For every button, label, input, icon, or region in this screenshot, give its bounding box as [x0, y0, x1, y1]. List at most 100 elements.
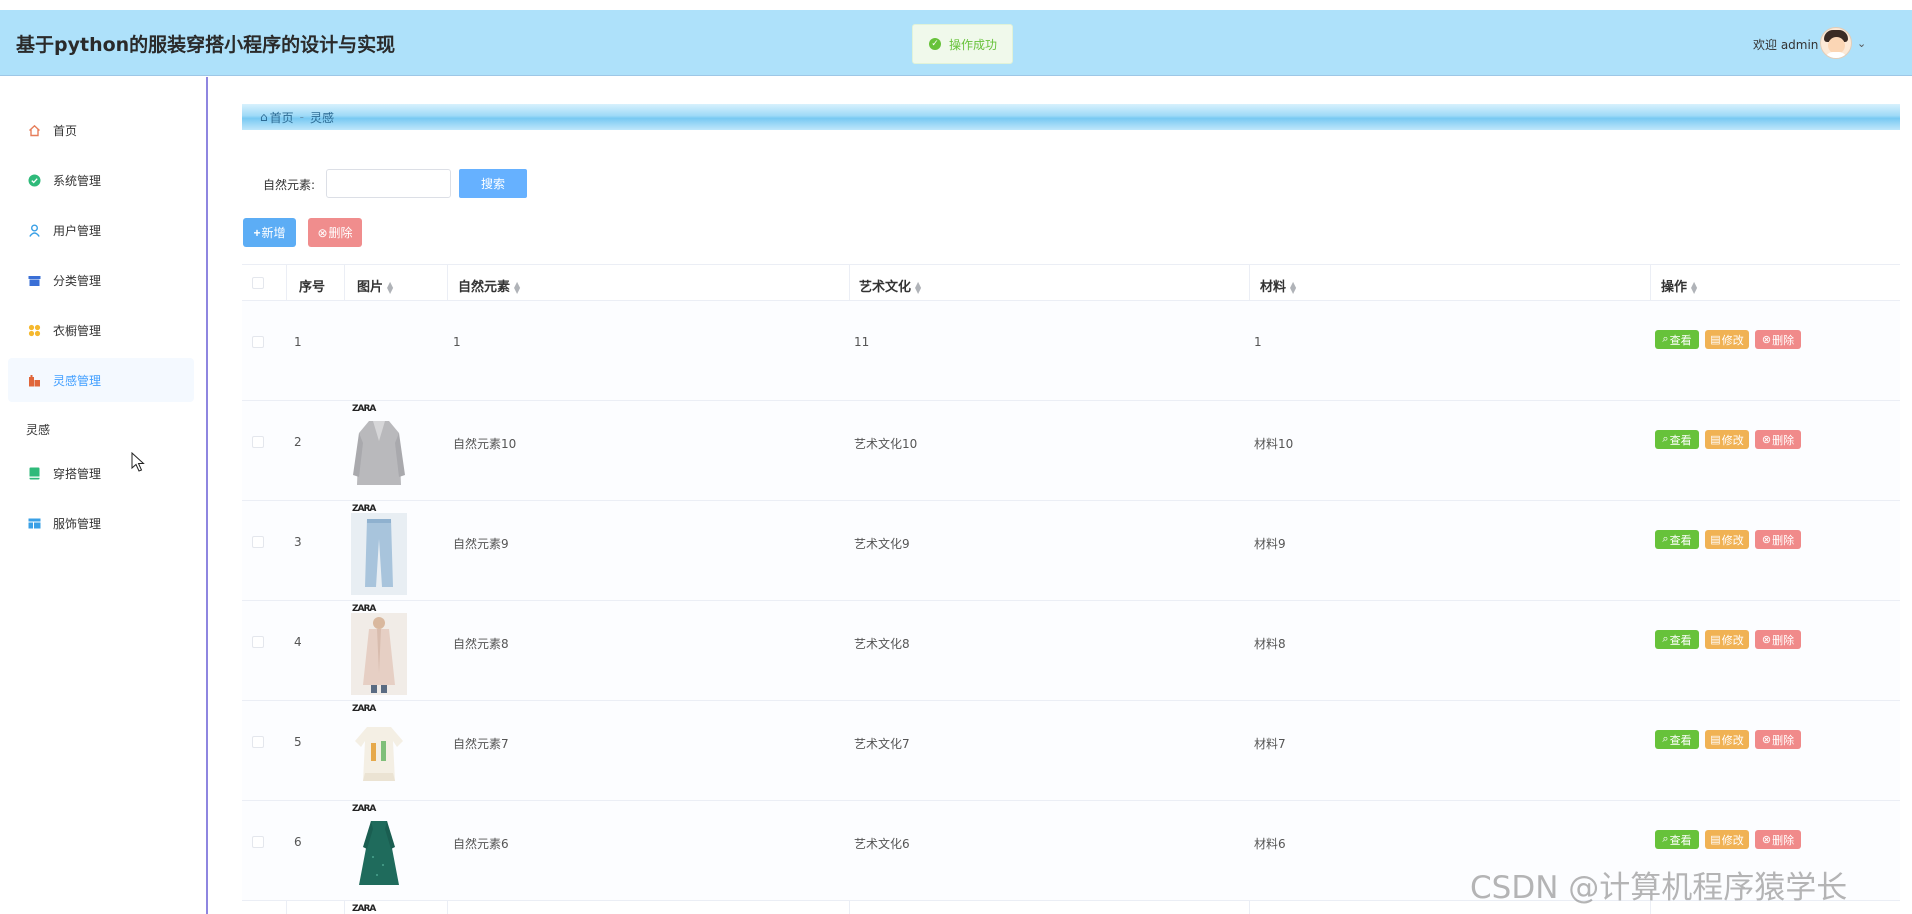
- table-row: 2 ZARA 自然元素10 艺术文化10 材料10 ⌕ 查看 ▤ 修改 ⊗ 删除: [242, 401, 1900, 501]
- circle-check-icon: [28, 174, 41, 187]
- home-icon[interactable]: ⌂: [260, 110, 268, 124]
- breadcrumb-separator: -: [299, 110, 304, 124]
- sidebar-subitem-inspiration[interactable]: 灵感: [26, 421, 50, 438]
- material-cell: 材料9: [1254, 537, 1286, 551]
- natural-element-cell: 1: [453, 335, 461, 349]
- sidebar-item-category[interactable]: 分类管理: [8, 258, 194, 302]
- column-header-actions[interactable]: 操作 ▲ ▼: [1661, 276, 1697, 295]
- row-checkbox[interactable]: [252, 436, 264, 448]
- material-cell: 1: [1254, 335, 1262, 349]
- row-checkbox[interactable]: [252, 336, 264, 348]
- sidebar-item-label: 衣橱管理: [53, 323, 102, 338]
- sort-icon: ▲ ▼: [915, 279, 922, 295]
- search-button[interactable]: 搜索: [459, 169, 527, 198]
- material-cell: 材料7: [1254, 737, 1286, 751]
- art-culture-cell: 艺术文化6: [854, 837, 910, 851]
- search-icon: ⌕: [1662, 733, 1669, 745]
- product-image: [351, 413, 407, 495]
- row-delete-button[interactable]: ⊗ 删除: [1755, 730, 1801, 749]
- view-button[interactable]: ⌕ 查看: [1655, 330, 1699, 349]
- row-checkbox[interactable]: [252, 836, 264, 848]
- breadcrumb-home[interactable]: 首页: [270, 109, 294, 126]
- edit-icon: ▤: [1710, 334, 1721, 346]
- table-row: 3 ZARA 自然元素9 艺术文化9 材料9 ⌕ 查看 ▤ 修改 ⊗ 删除: [242, 501, 1900, 601]
- close-circle-icon: ⊗: [1761, 834, 1772, 846]
- search-input[interactable]: [326, 169, 451, 198]
- view-button[interactable]: ⌕ 查看: [1655, 830, 1699, 849]
- edit-icon: ▤: [1710, 734, 1721, 746]
- plus-icon: +: [253, 225, 261, 240]
- column-header-natural[interactable]: 自然元素 ▲ ▼: [458, 276, 520, 295]
- edit-button[interactable]: ▤ 修改: [1705, 430, 1749, 449]
- view-button[interactable]: ⌕ 查看: [1655, 730, 1699, 749]
- column-header-image[interactable]: 图片 ▲ ▼: [357, 276, 393, 295]
- close-circle-icon: ⊗: [1761, 434, 1772, 446]
- app-title: 基于python的服装穿搭小程序的设计与实现: [16, 34, 396, 56]
- buildings-icon: [28, 374, 41, 387]
- sidebar-item-inspiration[interactable]: 灵感管理: [8, 358, 194, 402]
- table-row: 5 ZARA 自然元素7 艺术文化7 材料7 ⌕ 查看 ▤ 修改 ⊗ 删除: [242, 701, 1900, 801]
- row-delete-button[interactable]: ⊗ 删除: [1755, 530, 1801, 549]
- sidebar-item-system[interactable]: 系统管理: [8, 158, 194, 202]
- row-index: 6: [294, 835, 302, 849]
- toast-message: 操作成功: [949, 37, 998, 52]
- art-culture-cell: 艺术文化9: [854, 537, 910, 551]
- row-delete-button[interactable]: ⊗ 删除: [1755, 430, 1801, 449]
- select-all-checkbox[interactable]: [252, 277, 264, 289]
- sidebar-item-apparel[interactable]: 服饰管理: [8, 501, 194, 545]
- row-delete-button[interactable]: ⊗ 删除: [1755, 630, 1801, 649]
- row-checkbox[interactable]: [252, 536, 264, 548]
- sidebar-item-users[interactable]: 用户管理: [8, 208, 194, 252]
- edit-button[interactable]: ▤ 修改: [1705, 830, 1749, 849]
- edit-button[interactable]: ▤ 修改: [1705, 630, 1749, 649]
- view-button[interactable]: ⌕ 查看: [1655, 630, 1699, 649]
- home-icon: [28, 124, 41, 137]
- material-cell: 材料6: [1254, 837, 1286, 851]
- sort-icon: ▲ ▼: [1691, 279, 1698, 295]
- breadcrumb: ⌂ 首页 - 灵感: [242, 104, 1900, 130]
- natural-element-cell: 自然元素6: [453, 837, 509, 851]
- user-icon: [28, 224, 41, 237]
- art-culture-cell: 艺术文化7: [854, 737, 910, 751]
- row-delete-button[interactable]: ⊗ 删除: [1755, 830, 1801, 849]
- sidebar-item-wardrobe[interactable]: 衣橱管理: [8, 308, 194, 352]
- delete-button[interactable]: ⊗ 删除: [308, 218, 362, 247]
- table-row: 4 ZARA 自然元素8 艺术文化8 材料8 ⌕ 查看 ▤ 修改 ⊗ 删除: [242, 601, 1900, 701]
- book-icon: [28, 467, 41, 480]
- row-index: 2: [294, 435, 302, 449]
- close-circle-icon: ⊗: [1761, 634, 1772, 646]
- chevron-down-icon[interactable]: ⌄: [1857, 37, 1866, 50]
- sidebar-item-outfit[interactable]: 穿搭管理: [8, 451, 194, 495]
- search-icon: ⌕: [1662, 333, 1669, 345]
- column-header-index: 序号: [299, 280, 326, 295]
- natural-element-cell: 自然元素9: [453, 537, 509, 551]
- avatar[interactable]: [1820, 27, 1852, 59]
- edit-icon: ▤: [1710, 834, 1721, 846]
- add-button[interactable]: + 新增: [243, 218, 296, 247]
- row-checkbox[interactable]: [252, 736, 264, 748]
- search-label: 自然元素:: [263, 178, 316, 192]
- view-button[interactable]: ⌕ 查看: [1655, 430, 1699, 449]
- sidebar-item-home[interactable]: 首页: [8, 108, 194, 152]
- view-button[interactable]: ⌕ 查看: [1655, 530, 1699, 549]
- sidebar-item-label: 分类管理: [53, 273, 102, 288]
- edit-button[interactable]: ▤ 修改: [1705, 530, 1749, 549]
- product-image: [351, 713, 407, 795]
- column-header-material[interactable]: 材料 ▲ ▼: [1260, 276, 1296, 295]
- sort-icon: ▲ ▼: [514, 279, 521, 295]
- grid-icon: [28, 324, 41, 337]
- sort-icon: ▲ ▼: [1290, 279, 1297, 295]
- check-circle-icon: ✓: [929, 38, 941, 50]
- row-delete-button[interactable]: ⊗ 删除: [1755, 330, 1801, 349]
- row-checkbox[interactable]: [252, 636, 264, 648]
- edit-button[interactable]: ▤ 修改: [1705, 730, 1749, 749]
- column-header-art[interactable]: 艺术文化 ▲ ▼: [859, 276, 921, 295]
- edit-icon: ▤: [1710, 634, 1721, 646]
- row-index: 1: [294, 335, 302, 349]
- sort-icon: ▲ ▼: [387, 279, 394, 295]
- edit-button[interactable]: ▤ 修改: [1705, 330, 1749, 349]
- search-icon: ⌕: [1662, 433, 1669, 445]
- table-header: 序号 图片 ▲ ▼ 自然元素 ▲ ▼ 艺术文化 ▲ ▼ 材料 ▲ ▼ 操作 ▲ ▼: [242, 264, 1900, 301]
- search-icon: ⌕: [1662, 833, 1669, 845]
- brand-label: ZARA: [352, 904, 376, 914]
